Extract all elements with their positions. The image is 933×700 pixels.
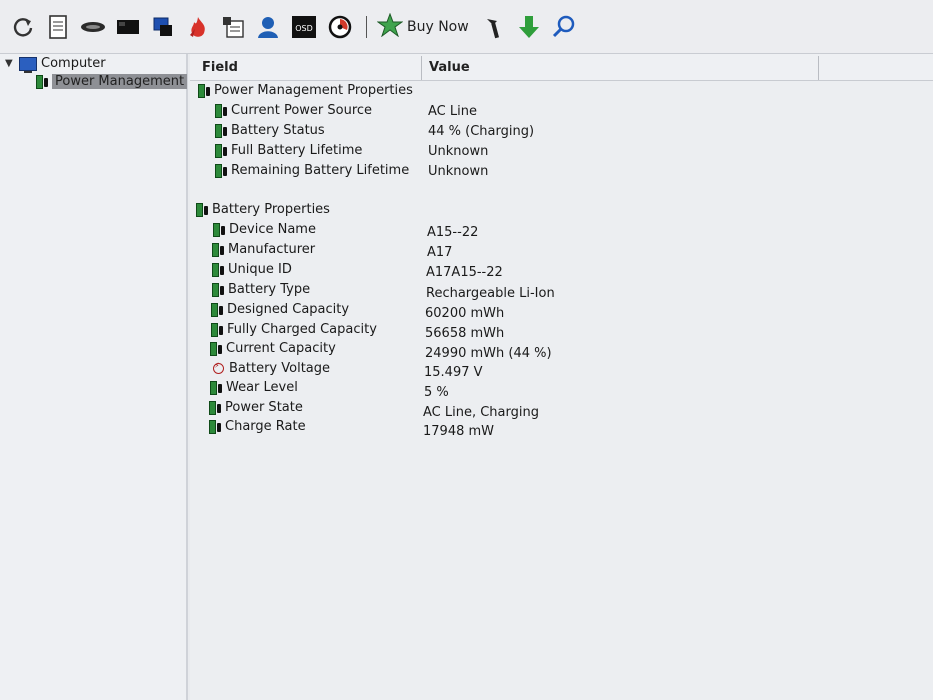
field-label: Device Name (229, 222, 316, 237)
section-header[interactable]: Battery Properties (196, 202, 330, 217)
table-row[interactable]: Unique ID (212, 262, 292, 277)
field-value: Rechargeable Li-Ion (426, 286, 555, 301)
user-icon[interactable] (255, 14, 281, 40)
field-label: Unique ID (228, 262, 292, 277)
field-value: AC Line (428, 104, 477, 119)
battery-icon (215, 123, 228, 138)
table-row[interactable]: Battery Status (215, 123, 325, 138)
battery-icon (209, 400, 222, 415)
star-icon (376, 12, 404, 41)
field-value: A15--22 (427, 225, 479, 240)
table-row[interactable]: Battery Type (212, 282, 310, 297)
field-label: Full Battery Lifetime (231, 143, 363, 158)
navigation-tree: ▼ Computer Power Management (0, 54, 188, 700)
table-row[interactable]: Remaining Battery Lifetime (215, 163, 409, 178)
voltage-icon (213, 361, 224, 374)
battery-icon (196, 202, 209, 217)
field-value: Unknown (428, 144, 489, 159)
table-row[interactable]: Fully Charged Capacity (211, 322, 377, 337)
audit-icon[interactable] (220, 14, 246, 40)
field-value: Unknown (428, 164, 489, 179)
computer-icon (19, 56, 37, 73)
column-divider[interactable] (818, 56, 819, 80)
field-label: Manufacturer (228, 242, 316, 257)
sensor-icon[interactable] (327, 14, 353, 40)
battery-icon (215, 143, 228, 158)
field-label: Battery Type (228, 282, 311, 297)
table-row[interactable]: Battery Voltage (212, 361, 330, 376)
field-value: 17948 mW (423, 424, 495, 439)
section-title: Battery Properties (212, 202, 330, 217)
section-title: Power Management Properties (214, 83, 413, 98)
field-label: Charge Rate (225, 419, 306, 434)
field-value: 5 % (424, 385, 449, 400)
battery-icon (215, 163, 228, 178)
field-label: Remaining Battery Lifetime (231, 163, 410, 178)
tree-item-power-management-label: Power Management (52, 74, 188, 89)
battery-icon (212, 282, 225, 297)
battery-icon (212, 242, 225, 257)
field-label: Battery Status (231, 123, 325, 138)
field-label: Current Power Source (231, 103, 373, 118)
flame-icon[interactable] (185, 14, 211, 40)
field-label: Battery Voltage (229, 361, 331, 376)
chip-icon[interactable] (80, 14, 106, 40)
battery-icon (198, 83, 211, 98)
section-header[interactable]: Power Management Properties (198, 83, 413, 98)
tools-icon[interactable] (481, 14, 507, 40)
battery-icon (209, 419, 222, 434)
table-row[interactable]: Designed Capacity (211, 302, 349, 317)
properties-grid: Field Value Power Management Properties … (190, 54, 933, 700)
field-label: Fully Charged Capacity (227, 322, 377, 337)
battery-icon (210, 341, 223, 356)
field-value: A17A15--22 (426, 265, 503, 280)
table-row[interactable]: Current Power Source (215, 103, 372, 118)
tree-item-computer[interactable]: ▼ Computer (5, 56, 106, 73)
osd-icon[interactable]: OSD (290, 14, 318, 40)
table-row[interactable]: Current Capacity (210, 341, 336, 356)
field-value: 15.497 V (424, 365, 483, 380)
field-value: 24990 mWh (44 %) (425, 346, 552, 361)
search-icon[interactable] (551, 14, 577, 40)
battery-icon (36, 74, 49, 89)
battery-icon (213, 222, 226, 237)
toolbar-separator (366, 15, 367, 38)
battery-icon (210, 380, 223, 395)
battery-icon (215, 103, 228, 118)
download-arrow-icon[interactable] (516, 14, 542, 40)
motherboard-icon[interactable] (115, 14, 141, 40)
field-label: Power State (225, 400, 303, 415)
field-label: Wear Level (226, 380, 298, 395)
table-row[interactable]: Power State (209, 400, 303, 415)
field-value: A17 (427, 245, 453, 260)
refresh-icon[interactable] (10, 14, 36, 40)
column-divider[interactable] (421, 56, 422, 80)
grid-header: Field Value (190, 54, 933, 81)
chevron-down-icon[interactable]: ▼ (5, 58, 15, 69)
field-label: Current Capacity (226, 341, 336, 356)
buy-now-label: Buy Now (407, 18, 469, 35)
report-icon[interactable] (45, 14, 71, 40)
field-label: Designed Capacity (227, 302, 350, 317)
tree-item-computer-label: Computer (41, 56, 106, 71)
toolbar: OSD Buy Now (0, 0, 933, 54)
field-value: 60200 mWh (425, 306, 505, 321)
display-icon[interactable] (150, 14, 176, 40)
table-row[interactable]: Manufacturer (212, 242, 315, 257)
column-header-value[interactable]: Value (429, 60, 470, 75)
battery-icon (211, 302, 224, 317)
table-row[interactable]: Charge Rate (209, 419, 306, 434)
tree-item-power-management[interactable]: Power Management (36, 74, 188, 89)
table-row[interactable]: Wear Level (210, 380, 298, 395)
battery-icon (211, 322, 224, 337)
field-value: AC Line, Charging (423, 405, 539, 420)
column-header-field[interactable]: Field (202, 60, 238, 75)
battery-icon (212, 262, 225, 277)
table-row[interactable]: Device Name (213, 222, 316, 237)
field-value: 56658 mWh (425, 326, 505, 341)
buy-now-button[interactable]: Buy Now (376, 12, 469, 41)
osd-label: OSD (295, 24, 313, 33)
field-value: 44 % (Charging) (428, 124, 535, 139)
table-row[interactable]: Full Battery Lifetime (215, 143, 362, 158)
